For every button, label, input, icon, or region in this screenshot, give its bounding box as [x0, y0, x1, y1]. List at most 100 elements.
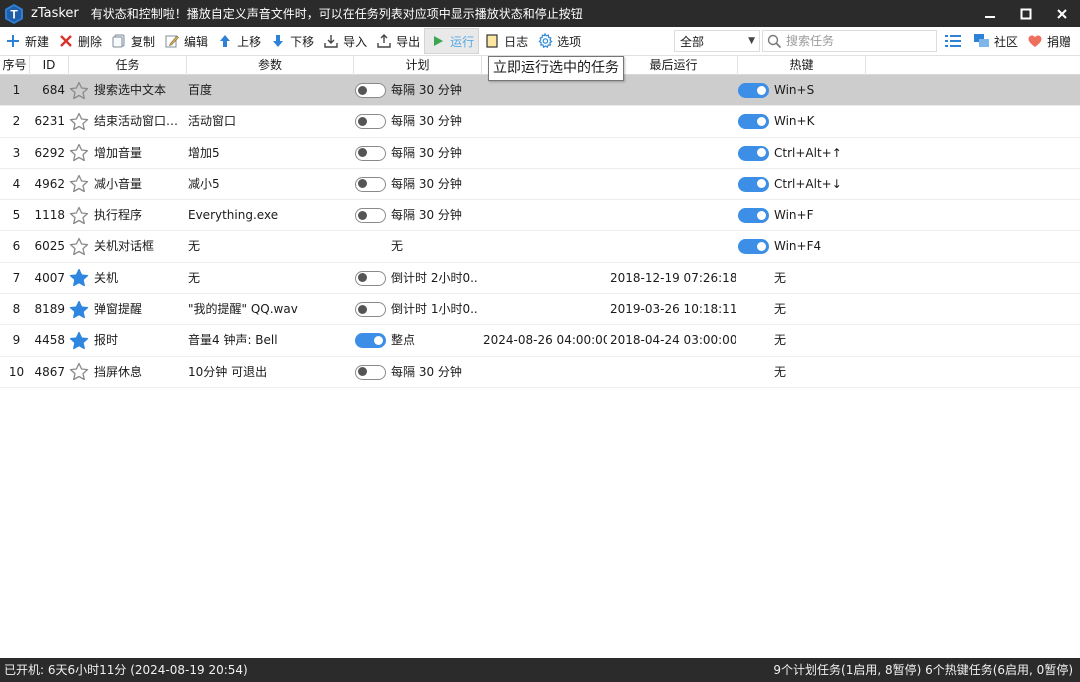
header-seq[interactable]: 序号 — [0, 56, 30, 75]
table-row[interactable]: 2 6231 结束活动窗口及... 活动窗口 每隔 30 分钟 Win+K — [0, 106, 1080, 138]
edit-button[interactable]: 编辑 — [159, 28, 212, 54]
hotkey-toggle[interactable] — [738, 106, 770, 137]
import-button[interactable]: 导入 — [318, 28, 371, 54]
export-button[interactable]: 导出 — [371, 28, 424, 54]
list-view-icon — [945, 33, 961, 49]
favorite-star-icon[interactable] — [69, 231, 89, 262]
hotkey-toggle-switch[interactable] — [738, 208, 769, 224]
schedule-toggle-switch[interactable] — [355, 83, 386, 98]
table-row[interactable]: 6 6025 关机对话框 无 无 Win+F4 — [0, 231, 1080, 263]
favorite-star-icon[interactable] — [69, 294, 89, 325]
row-schedule: 无 — [391, 239, 404, 254]
gear-icon — [537, 33, 553, 49]
hotkey-toggle-switch[interactable] — [738, 114, 769, 130]
filter-dropdown[interactable]: 全部 ▼ — [674, 30, 760, 52]
schedule-toggle[interactable] — [355, 325, 387, 356]
hotkey-toggle[interactable] — [738, 200, 770, 231]
search-input[interactable] — [786, 34, 936, 48]
task-summary: 9个计划任务(1启用, 8暂停) 6个热键任务(6启用, 0暂停) — [773, 663, 1073, 677]
schedule-toggle[interactable] — [355, 138, 387, 169]
options-button[interactable]: 选项 — [532, 28, 585, 54]
table-row[interactable]: 7 4007 关机 无 倒计时 2小时0... 2018-12-19 07:26:18 无 — [0, 263, 1080, 295]
new-label: 新建 — [25, 34, 50, 49]
header-param[interactable]: 参数 — [187, 56, 354, 75]
header-schedule[interactable]: 计划 — [354, 56, 482, 75]
row-hotkey: Win+F4 — [774, 239, 822, 254]
row-schedule: 每隔 30 分钟 — [391, 114, 462, 129]
hotkey-toggle-switch[interactable] — [738, 83, 769, 98]
schedule-toggle-switch[interactable] — [355, 270, 386, 286]
schedule-toggle-switch[interactable] — [355, 145, 386, 161]
table-row[interactable]: 8 8189 弹窗提醒 "我的提醒" QQ.wav 倒计时 1小时0... 2019-03… — [0, 294, 1080, 326]
log-button[interactable]: 日志 — [479, 28, 532, 54]
schedule-toggle-switch[interactable] — [355, 176, 386, 192]
arrow-down-icon — [270, 33, 286, 49]
edit-pencil-icon — [164, 33, 180, 49]
hotkey-toggle[interactable] — [738, 169, 770, 200]
move-up-button[interactable]: 上移 — [212, 28, 265, 54]
row-hotkey: Win+K — [774, 114, 815, 129]
schedule-toggle-switch[interactable] — [355, 364, 386, 380]
favorite-star-icon[interactable] — [69, 357, 89, 388]
close-button[interactable] — [1044, 0, 1080, 27]
row-task-name: 执行程序 — [94, 208, 143, 223]
table-row[interactable]: 10 4867 挡屏休息 10分钟 可退出 每隔 30 分钟 无 — [0, 357, 1080, 388]
table-row[interactable]: 3 6292 增加音量 增加5 每隔 30 分钟 Ctrl+Alt+↑ — [0, 138, 1080, 169]
table-row[interactable]: 5 1118 执行程序 Everything.exe 每隔 30 分钟 Win+F — [0, 200, 1080, 232]
row-next-run — [483, 357, 607, 388]
favorite-star-icon[interactable] — [69, 138, 89, 169]
header-task[interactable]: 任务 — [69, 56, 187, 75]
table-row[interactable]: 9 4458 报时 音量4 钟声: Bell 整点 2024-08-26 04:00:00… — [0, 325, 1080, 357]
row-next-run — [483, 106, 607, 137]
community-label: 社区 — [994, 34, 1019, 49]
move-down-button[interactable]: 下移 — [265, 28, 318, 54]
hotkey-toggle[interactable] — [738, 75, 770, 106]
minimize-button[interactable] — [972, 0, 1008, 27]
schedule-toggle-switch[interactable] — [355, 114, 386, 130]
hotkey-toggle-switch[interactable] — [738, 176, 769, 192]
schedule-toggle[interactable] — [355, 294, 387, 325]
schedule-toggle-switch[interactable] — [355, 333, 386, 349]
row-last-run — [610, 75, 736, 106]
favorite-star-icon[interactable] — [69, 200, 89, 231]
app-logo-icon: T — [5, 3, 23, 24]
schedule-toggle[interactable] — [355, 263, 387, 294]
search-box[interactable] — [762, 30, 937, 52]
donate-button[interactable]: 捐赠 — [1022, 28, 1075, 54]
row-next-run — [483, 294, 607, 325]
run-button[interactable]: 运行 — [424, 28, 480, 54]
schedule-toggle-switch[interactable] — [355, 208, 386, 224]
schedule-toggle-switch[interactable] — [355, 302, 386, 318]
schedule-toggle[interactable] — [355, 106, 387, 137]
schedule-toggle[interactable] — [355, 75, 387, 106]
header-hotkey[interactable]: 热键 — [738, 56, 866, 75]
schedule-toggle[interactable] — [355, 200, 387, 231]
new-button[interactable]: 新建 — [0, 28, 53, 54]
favorite-star-icon[interactable] — [69, 169, 89, 200]
community-button[interactable]: 社区 — [969, 28, 1022, 54]
hotkey-toggle-switch[interactable] — [738, 145, 769, 161]
row-schedule: 每隔 30 分钟 — [391, 145, 462, 160]
delete-button[interactable]: 删除 — [53, 28, 106, 54]
table-row[interactable]: 4 4962 减小音量 减小5 每隔 30 分钟 Ctrl+Alt+↓ — [0, 169, 1080, 201]
schedule-toggle[interactable] — [355, 357, 387, 388]
favorite-star-icon[interactable] — [69, 263, 89, 294]
header-id[interactable]: ID — [30, 56, 69, 75]
export-icon — [376, 33, 392, 49]
copy-button[interactable]: 复制 — [106, 28, 159, 54]
hotkey-toggle[interactable] — [738, 138, 770, 169]
row-task-name: 减小音量 — [94, 176, 143, 191]
favorite-star-icon[interactable] — [69, 106, 89, 137]
favorite-star-icon[interactable] — [69, 75, 89, 106]
list-view-button[interactable] — [940, 28, 969, 54]
favorite-star-icon[interactable] — [69, 325, 89, 356]
row-id: 4458 — [34, 333, 65, 348]
header-last-run[interactable]: 最后运行 — [610, 56, 738, 75]
schedule-toggle[interactable] — [355, 169, 387, 200]
hotkey-toggle[interactable] — [738, 231, 770, 262]
hotkey-toggle-switch[interactable] — [738, 239, 769, 255]
row-seq: 4 — [12, 176, 21, 191]
maximize-icon — [1020, 8, 1032, 19]
arrow-up-icon — [217, 33, 233, 49]
maximize-button[interactable] — [1008, 0, 1044, 27]
